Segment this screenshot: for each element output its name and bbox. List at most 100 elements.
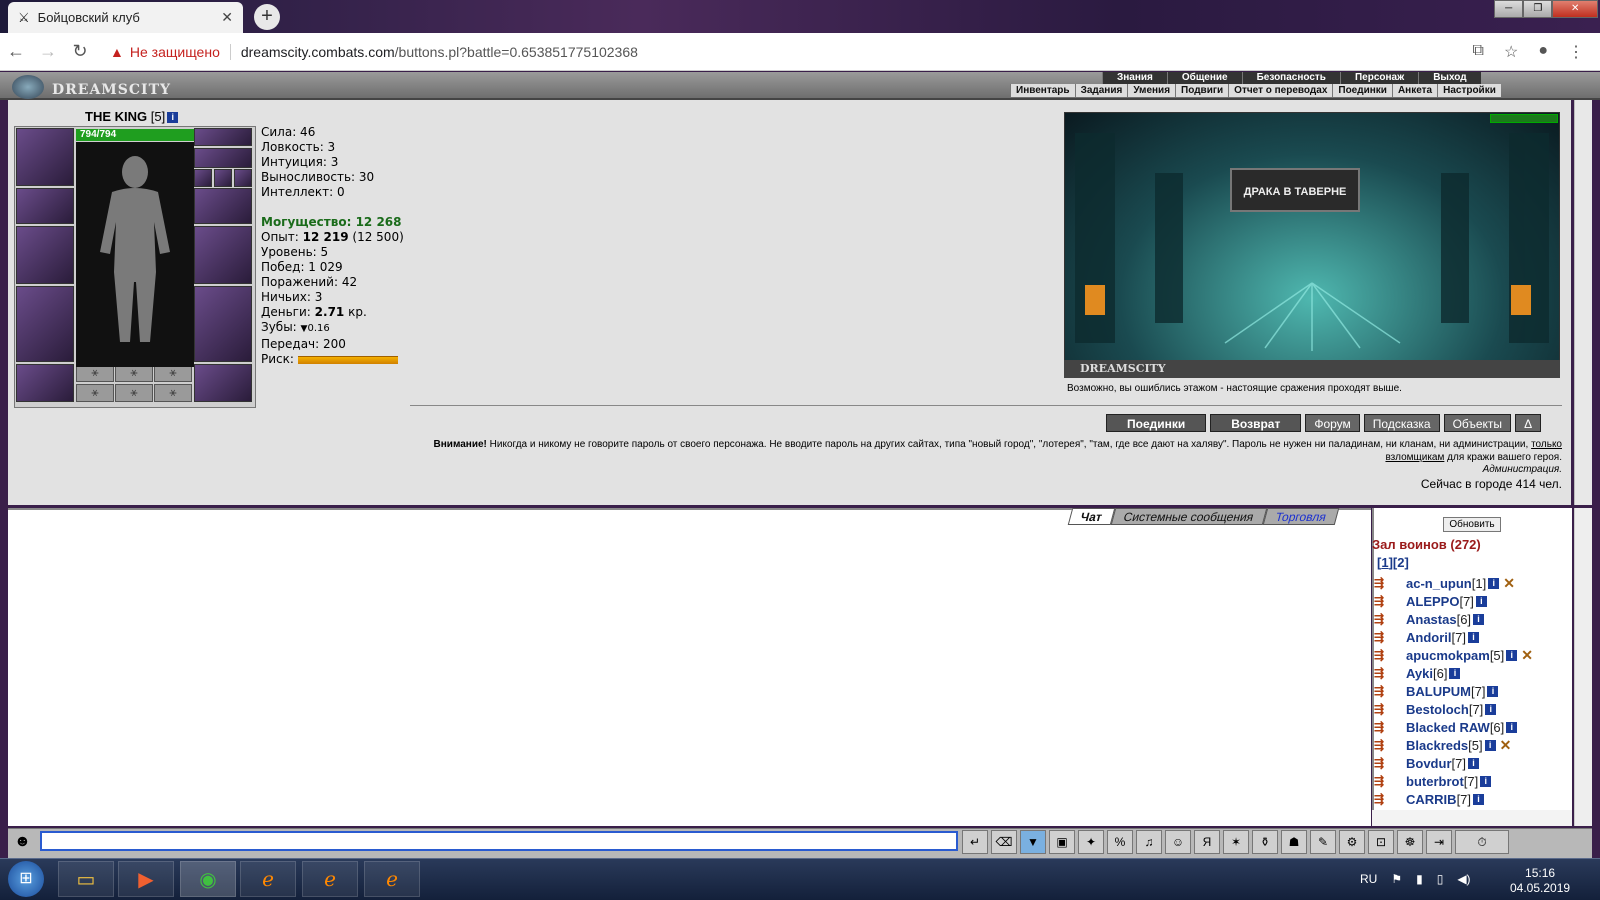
private-message-icon[interactable]: ⇶: [1374, 612, 1396, 626]
user-row[interactable]: ⇶ apucmokpam [5] i ✕: [1374, 646, 1574, 664]
user-name[interactable]: Bovdur: [1406, 756, 1452, 771]
delta-button[interactable]: Δ: [1515, 414, 1542, 432]
info-icon[interactable]: i: [1506, 721, 1518, 733]
helmet-slot[interactable]: [16, 128, 74, 186]
userlist-hscrollbar[interactable]: [1372, 810, 1572, 826]
submenu-feats[interactable]: Подвиги: [1175, 84, 1228, 97]
info-icon[interactable]: i: [1475, 595, 1487, 607]
smiley-icon[interactable]: ☺: [1165, 830, 1191, 854]
legs-slot[interactable]: [194, 286, 252, 362]
refresh-button[interactable]: Обновить: [1443, 517, 1501, 532]
send-icon[interactable]: ↵: [962, 830, 988, 854]
private-message-icon[interactable]: ⇶: [1374, 738, 1396, 752]
empty-slot[interactable]: ⚹: [154, 384, 192, 402]
info-icon[interactable]: i: [1487, 685, 1499, 697]
translit-icon[interactable]: Я: [1194, 830, 1220, 854]
user-row[interactable]: ⇶ CARRIB [7] i: [1374, 790, 1574, 808]
user-name[interactable]: Andoril: [1406, 630, 1452, 645]
user-name[interactable]: apucmokpam: [1406, 648, 1490, 663]
gloves-slot[interactable]: [194, 188, 252, 224]
shield-slot[interactable]: [194, 226, 252, 284]
user-row[interactable]: ⇶ Andoril [7] i: [1374, 628, 1574, 646]
user-row[interactable]: ⇶ Bovdur [7] i: [1374, 754, 1574, 772]
menu-kebab-icon[interactable]: ⋮: [1568, 42, 1584, 62]
private-message-icon[interactable]: ⇶: [1374, 666, 1396, 680]
character-avatar[interactable]: [76, 142, 194, 367]
menu-communication[interactable]: Общение: [1166, 72, 1242, 84]
menu-exit[interactable]: Выход: [1418, 72, 1480, 84]
submenu-skills[interactable]: Умения: [1127, 84, 1175, 97]
chat-input[interactable]: [40, 831, 958, 851]
reload-icon[interactable]: ↻: [64, 41, 96, 62]
smile-menu-icon[interactable]: ☻: [14, 833, 31, 851]
user-row[interactable]: ⇶ Blacked RAW [6] i: [1374, 718, 1574, 736]
user-name[interactable]: BALUPUM: [1406, 684, 1471, 699]
close-window-button[interactable]: ✕: [1552, 0, 1598, 18]
user-name[interactable]: ALEPPO: [1406, 594, 1459, 609]
clear-icon[interactable]: ⌫: [991, 830, 1017, 854]
back-icon[interactable]: ←: [0, 41, 32, 62]
private-message-icon[interactable]: ⇶: [1374, 756, 1396, 770]
info-icon[interactable]: i: [1480, 775, 1492, 787]
phone-icon[interactable]: ▯: [1437, 872, 1444, 886]
submenu-quests[interactable]: Задания: [1074, 84, 1128, 97]
explorer-taskbar-icon[interactable]: ▭: [58, 861, 114, 897]
info-icon[interactable]: i: [1488, 577, 1500, 589]
info-icon[interactable]: i: [1473, 793, 1485, 805]
profile-icon[interactable]: ●: [1538, 42, 1548, 62]
minimize-button[interactable]: ─: [1494, 0, 1524, 18]
maximize-button[interactable]: ❐: [1523, 0, 1553, 18]
start-button[interactable]: ⊞: [8, 861, 44, 897]
private-message-icon[interactable]: ⇶: [1374, 594, 1396, 608]
submenu-duels[interactable]: Поединки: [1332, 84, 1392, 97]
belt-slot[interactable]: [16, 364, 74, 402]
private-message-icon[interactable]: ⇶: [1374, 702, 1396, 716]
user-name[interactable]: Blackreds: [1406, 738, 1468, 753]
return-button[interactable]: Возврат: [1210, 414, 1302, 432]
character-name[interactable]: THE KING [5] i: [85, 109, 179, 124]
lock-icon[interactable]: ⊡: [1368, 830, 1394, 854]
info-icon[interactable]: i: [1484, 739, 1496, 751]
submenu-profile[interactable]: Анкета: [1391, 84, 1437, 97]
exit-icon[interactable]: ⇥: [1426, 830, 1452, 854]
private-message-icon[interactable]: ⇶: [1374, 648, 1396, 662]
user-name[interactable]: Blacked RAW: [1406, 720, 1490, 735]
sound-icon[interactable]: ♫: [1136, 830, 1162, 854]
info-icon[interactable]: i: [1473, 613, 1485, 625]
earrings-slot[interactable]: [194, 128, 252, 146]
user-name[interactable]: CARRIB: [1406, 792, 1457, 807]
armor-slot[interactable]: [16, 286, 74, 362]
info-icon[interactable]: i: [1485, 703, 1497, 715]
menu-knowledge[interactable]: Знания: [1102, 72, 1167, 84]
forum-button[interactable]: Форум: [1305, 414, 1360, 432]
amulet-slot[interactable]: [194, 148, 252, 168]
bag-icon[interactable]: ⚱: [1252, 830, 1278, 854]
info-icon[interactable]: i: [1449, 667, 1461, 679]
clock-timer-icon[interactable]: ⏱: [1455, 830, 1509, 854]
duels-button[interactable]: Поединки: [1106, 414, 1207, 432]
user-name[interactable]: Ayki: [1406, 666, 1433, 681]
objects-button[interactable]: Объекты: [1443, 414, 1512, 432]
new-tab-button[interactable]: +: [254, 4, 280, 30]
chrome-taskbar-icon[interactable]: ◉: [180, 861, 236, 897]
system-clock[interactable]: 15:16 04.05.2019: [1510, 866, 1570, 896]
private-message-icon[interactable]: ⇶: [1374, 576, 1396, 590]
friends-icon[interactable]: ☸: [1397, 830, 1423, 854]
extension-icon[interactable]: ⧉: [1473, 42, 1484, 62]
user-name[interactable]: buterbrot: [1406, 774, 1464, 789]
tab-chat[interactable]: Чат: [1067, 508, 1116, 525]
boots-slot[interactable]: [194, 364, 252, 402]
security-warning[interactable]: ▲ Не защищено: [110, 44, 220, 60]
menu-security[interactable]: Безопасность: [1241, 72, 1340, 84]
forward-icon[interactable]: →: [32, 41, 64, 62]
main-scrollbar[interactable]: [1574, 100, 1592, 505]
user-row[interactable]: ⇶ Ayki [6] i: [1374, 664, 1574, 682]
info-icon[interactable]: i: [1467, 757, 1479, 769]
scroll-icon[interactable]: ✎: [1310, 830, 1336, 854]
percent-icon[interactable]: %: [1107, 830, 1133, 854]
volume-icon[interactable]: ◀): [1457, 872, 1470, 886]
submenu-settings[interactable]: Настройки: [1437, 84, 1501, 97]
ring-slot-3[interactable]: [234, 169, 252, 187]
private-message-icon[interactable]: ⇶: [1374, 792, 1396, 806]
media-player-taskbar-icon[interactable]: ▶: [118, 861, 174, 897]
